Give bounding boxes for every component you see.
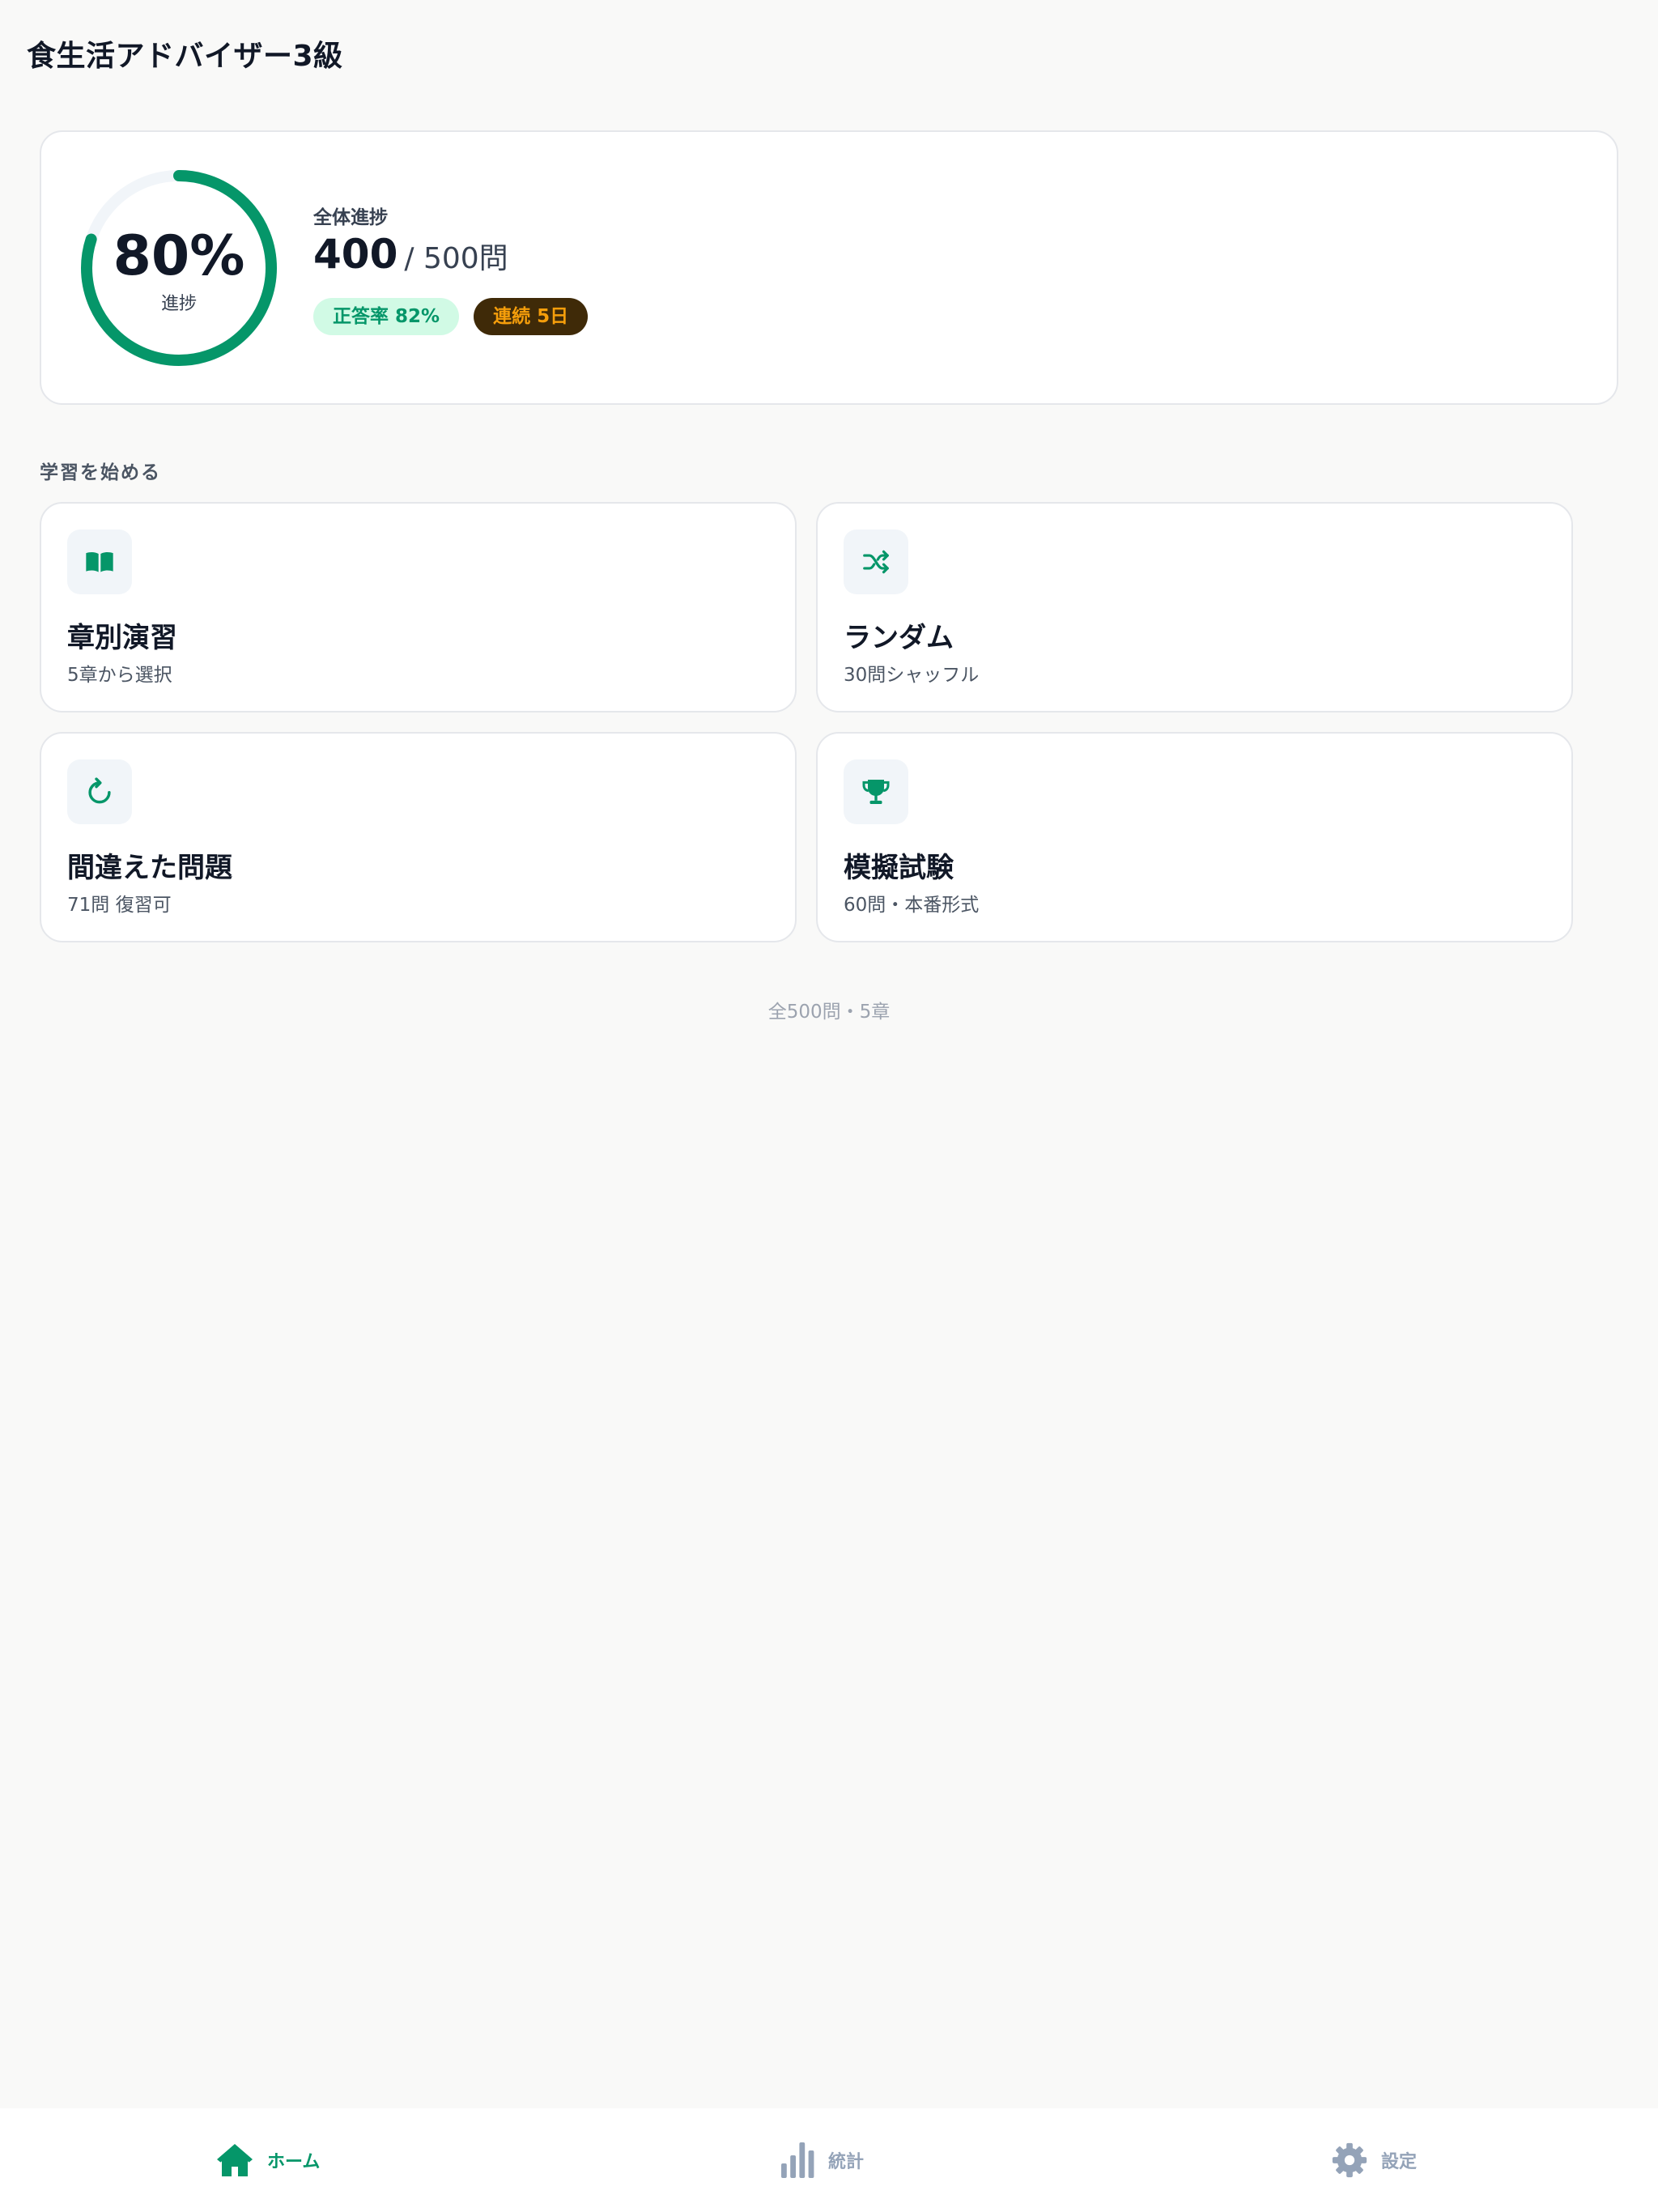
- bottom-navigation: ホーム 統計 設定: [0, 2108, 1658, 2212]
- section-title: 学習を始める: [40, 462, 161, 483]
- nav-item-settings[interactable]: 設定: [1331, 2108, 1417, 2212]
- home-icon: [217, 2144, 253, 2176]
- progress-card: 80% 進捗 全体進捗 400/ 500問 正答率 82% 連続 5日: [40, 130, 1618, 405]
- book-icon: [67, 530, 132, 594]
- card-subtitle: 60問・本番形式: [844, 895, 980, 916]
- app-title: 食生活アドバイザー3級: [27, 40, 343, 73]
- nav-label: ホーム: [267, 2152, 321, 2172]
- overall-progress-label: 全体進捗: [313, 207, 388, 228]
- card-title: 章別演習: [67, 622, 177, 654]
- question-summary: 全500問・5章: [767, 1002, 891, 1023]
- progress-count: 400/ 500問: [313, 231, 508, 278]
- mock-exam-card[interactable]: 模擬試験 60問・本番形式: [816, 732, 1573, 942]
- shuffle-icon: [844, 530, 908, 594]
- card-subtitle: 5章から選択: [67, 665, 172, 686]
- nav-item-stats[interactable]: 統計: [780, 2108, 864, 2212]
- progress-ring: 80% 進捗: [79, 168, 279, 368]
- random-practice-card[interactable]: ランダム 30問シャッフル: [816, 502, 1573, 713]
- progress-caption: 進捗: [160, 294, 197, 314]
- card-subtitle: 30問シャッフル: [844, 665, 980, 686]
- nav-label: 設定: [1381, 2152, 1418, 2172]
- card-title: ランダム: [844, 622, 954, 654]
- accuracy-badge: 正答率 82%: [313, 298, 460, 335]
- card-subtitle: 71問 復習可: [67, 895, 172, 916]
- progress-percent: 80%: [113, 224, 245, 288]
- answered-count: 400: [313, 231, 398, 278]
- chapter-practice-card[interactable]: 章別演習 5章から選択: [40, 502, 797, 713]
- streak-badge: 連続 5日: [474, 298, 589, 335]
- retry-icon: [67, 759, 132, 824]
- nav-item-home[interactable]: ホーム: [215, 2108, 320, 2212]
- progress-badges: 正答率 82% 連続 5日: [313, 298, 589, 335]
- bar-chart-icon: [781, 2142, 814, 2178]
- card-title: 間違えた問題: [67, 852, 232, 884]
- card-title: 模擬試験: [844, 852, 954, 884]
- gear-icon: [1332, 2142, 1367, 2178]
- trophy-icon: [844, 759, 908, 824]
- wrong-answers-card[interactable]: 間違えた問題 71問 復習可: [40, 732, 797, 942]
- total-count: / 500問: [404, 242, 508, 275]
- nav-label: 統計: [828, 2152, 865, 2172]
